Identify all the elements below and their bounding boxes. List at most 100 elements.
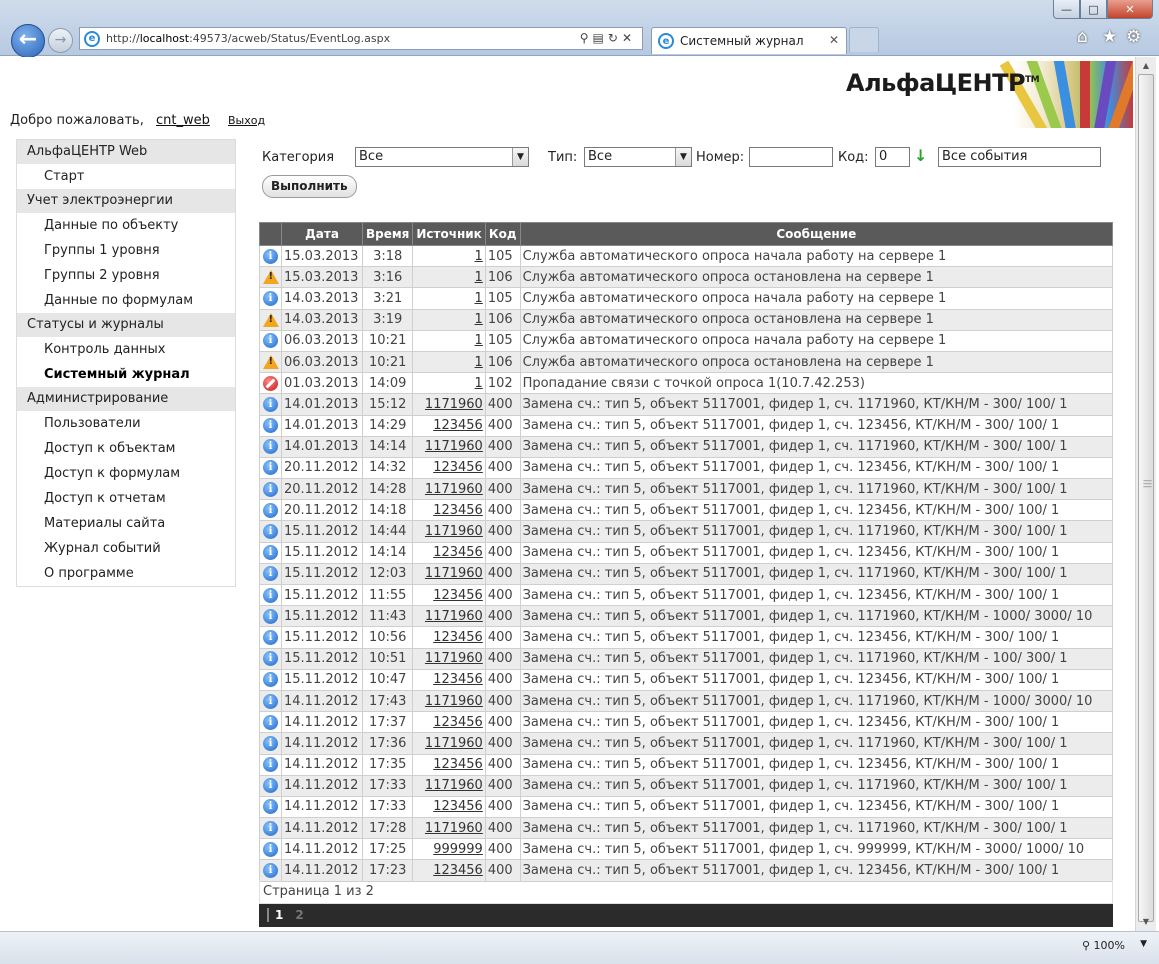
event-log-table: Дата Время Источник Код Сообщение i 15.03.201… (259, 222, 1114, 882)
source-column-header[interactable]: Источник (412, 222, 486, 246)
tab-system-log[interactable]: e Системный журнал ✕ (651, 27, 847, 54)
sidebar-item[interactable]: Доступ к объектам (17, 436, 235, 461)
table-body: i 15.03.2013 3:18 1 105 Служба автоматическог… (259, 244, 1114, 882)
date-column-header[interactable]: Дата (281, 222, 363, 246)
row-icon-cell (259, 350, 282, 374)
message-cell: Замена сч.: тип 5, объект 5117001, фидер… (519, 562, 1114, 586)
zoom-dropdown-icon[interactable]: ▼ (1140, 939, 1147, 949)
stop-icon[interactable]: ✕ (622, 31, 636, 45)
source-link[interactable]: 1171960 (425, 778, 483, 793)
source-link[interactable]: 123456 (433, 545, 483, 560)
sidebar-item[interactable]: Журнал событий (17, 536, 235, 561)
maximize-button[interactable]: □ (1080, 0, 1107, 19)
refresh-icon[interactable]: ↻ (608, 31, 622, 45)
type-select[interactable]: Все ▼ (584, 147, 692, 167)
source-link[interactable]: 1171960 (425, 524, 483, 539)
favorites-star-icon[interactable]: ★ (1102, 27, 1117, 47)
new-tab-button[interactable] (849, 27, 879, 52)
sidebar-item[interactable]: Старт (17, 164, 235, 189)
source-link[interactable]: 123456 (433, 863, 483, 878)
code-cell: 400 (484, 711, 521, 734)
source-link[interactable]: 123456 (433, 757, 483, 772)
sidebar-item[interactable]: Группы 1 уровня (17, 238, 235, 263)
source-link[interactable]: 1171960 (425, 482, 483, 497)
number-input[interactable] (749, 147, 833, 167)
scroll-up-icon[interactable]: ▲ (1136, 57, 1156, 74)
scroll-down-icon[interactable]: ▼ (1136, 913, 1156, 930)
sidebar-item[interactable]: Пользователи (17, 411, 235, 436)
source-link[interactable]: 123456 (433, 715, 483, 730)
tools-gear-icon[interactable]: ⚙ (1126, 27, 1141, 47)
sidebar-item[interactable]: Данные по объекту (17, 213, 235, 238)
sidebar-item[interactable]: Доступ к отчетам (17, 486, 235, 511)
code-cell: 400 (484, 583, 521, 607)
source-link[interactable]: 1171960 (425, 397, 483, 412)
events-filter-field[interactable]: Все события (938, 147, 1101, 167)
message-column-header[interactable]: Сообщение (519, 222, 1114, 246)
source-link[interactable]: 123456 (433, 799, 483, 814)
source-link[interactable]: 1 (475, 291, 483, 306)
zoom-level[interactable]: ⚲ 100% (1082, 939, 1125, 952)
source-link[interactable]: 123456 (433, 460, 483, 475)
row-icon-cell: i (259, 287, 282, 310)
source-link[interactable]: 999999 (433, 842, 483, 857)
category-select[interactable]: Все ▼ (355, 147, 529, 167)
info-icon: i (263, 418, 278, 434)
source-link[interactable]: 1171960 (425, 566, 483, 581)
vertical-scrollbar[interactable]: ▲ — — — ▼ (1135, 57, 1156, 931)
logout-link[interactable]: Выход (228, 114, 265, 127)
source-link[interactable]: 1171960 (425, 439, 483, 454)
run-button[interactable]: Выполнить (262, 175, 357, 198)
username-link[interactable]: cnt_web (156, 113, 210, 128)
pager-page-1[interactable]: 1 (267, 908, 284, 922)
source-link[interactable]: 1171960 (425, 736, 483, 751)
table-header: Дата Время Источник Код Сообщение (259, 222, 1114, 246)
source-link[interactable]: 1171960 (425, 821, 483, 836)
address-bar[interactable]: e http://localhost:49573/acweb/Status/Ev… (79, 27, 643, 50)
date-cell: 14.11.2012 (281, 838, 363, 861)
source-link[interactable]: 1 (475, 270, 483, 285)
message-cell: Служба автоматического опроса остановлен… (519, 266, 1114, 289)
source-link[interactable]: 1 (475, 376, 483, 391)
source-link[interactable]: 1 (475, 333, 483, 348)
sidebar-item[interactable]: О программе (17, 561, 235, 586)
code-column-header[interactable]: Код (484, 222, 521, 246)
minimize-button[interactable]: — (1053, 0, 1080, 19)
source-link[interactable]: 1 (475, 249, 483, 264)
time-cell: 14:29 (361, 414, 414, 437)
pager-page-2[interactable]: 2 (295, 908, 303, 922)
source-link[interactable]: 1171960 (425, 651, 483, 666)
back-button[interactable]: ← (11, 24, 45, 58)
source-cell: 123456 (412, 753, 486, 776)
time-cell: 12:03 (361, 562, 414, 586)
source-link[interactable]: 123456 (433, 588, 483, 603)
compat-view-icon[interactable]: ▤ (593, 31, 608, 45)
code-label: Код: (838, 150, 869, 165)
sidebar-item[interactable]: Группы 2 уровня (17, 263, 235, 288)
sidebar-item[interactable]: Системный журнал (17, 362, 235, 387)
search-icon[interactable]: ⚲ (580, 31, 593, 45)
time-column-header[interactable]: Время (361, 222, 414, 246)
source-link[interactable]: 1 (475, 355, 483, 370)
source-link[interactable]: 123456 (433, 630, 483, 645)
source-link[interactable]: 1171960 (425, 609, 483, 624)
sidebar-item[interactable]: Контроль данных (17, 337, 235, 362)
source-link[interactable]: 123456 (433, 503, 483, 518)
home-icon[interactable]: ⌂ (1077, 27, 1088, 47)
code-cell: 400 (484, 795, 521, 819)
sidebar-item[interactable]: Данные по формулам (17, 288, 235, 313)
source-link[interactable]: 123456 (433, 672, 483, 687)
message-cell: Замена сч.: тип 5, объект 5117001, фидер… (519, 817, 1114, 840)
tab-close-icon[interactable]: ✕ (829, 33, 839, 47)
forward-button[interactable]: → (48, 28, 73, 53)
code-input[interactable]: 0 (875, 147, 910, 167)
sidebar-item[interactable]: Материалы сайта (17, 511, 235, 536)
source-cell: 1 (412, 244, 486, 268)
sidebar-item[interactable]: Доступ к формулам (17, 461, 235, 486)
source-link[interactable]: 123456 (433, 418, 483, 433)
source-link[interactable]: 1171960 (425, 694, 483, 709)
close-window-button[interactable]: ✕ (1107, 0, 1153, 19)
arrow-down-icon[interactable]: ↓ (914, 148, 927, 164)
source-link[interactable]: 1 (475, 312, 483, 327)
scrollbar-thumb[interactable]: — — — (1138, 74, 1154, 922)
